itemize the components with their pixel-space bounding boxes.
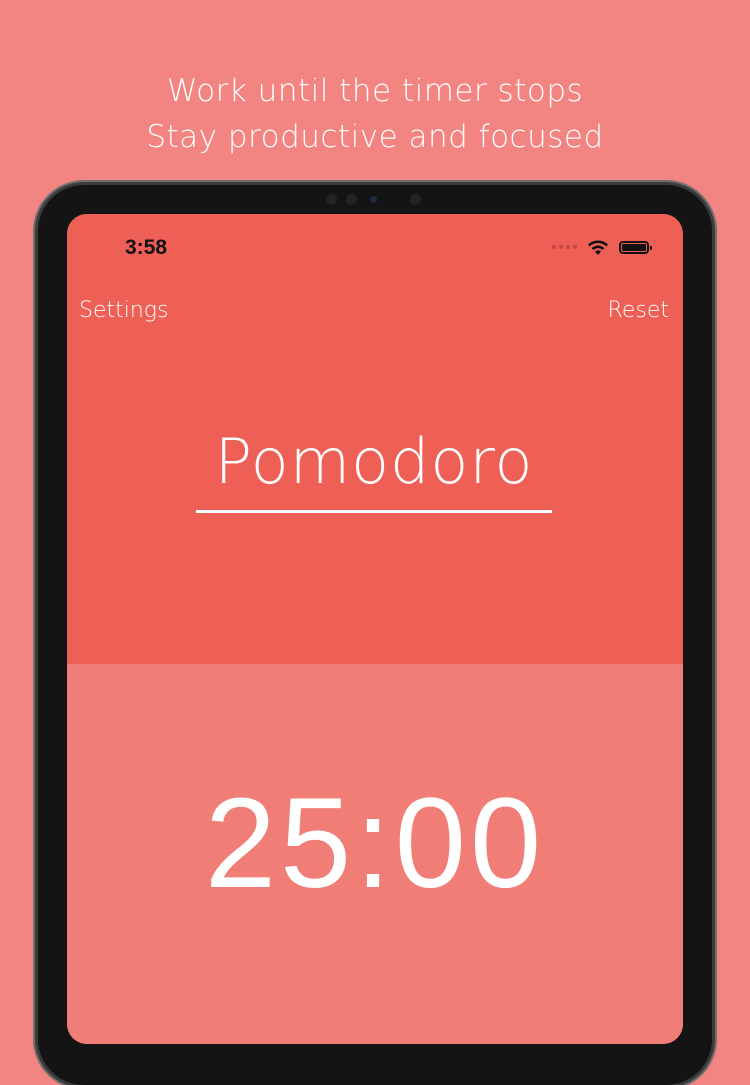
settings-button[interactable]: Settings xyxy=(79,298,168,323)
signal-dots-icon xyxy=(552,245,577,249)
status-bar-time: 3:58 xyxy=(125,236,168,259)
reset-button[interactable]: Reset xyxy=(608,298,669,323)
app-screen: 3:58 Settings Reset Pomodoro 25:00 xyxy=(67,214,683,1044)
promo-line-1: Work until the timer stops xyxy=(166,73,584,109)
sensor-icon xyxy=(410,194,421,205)
promo-line-2: Stay productive and focused xyxy=(146,119,604,155)
mode-selector[interactable]: Pomodoro xyxy=(196,424,552,513)
promo-caption: Work until the timer stops Stay producti… xyxy=(0,68,750,160)
front-camera-array xyxy=(326,191,426,207)
camera-lens-icon xyxy=(370,196,377,203)
status-bar-icons xyxy=(552,236,652,258)
battery-icon xyxy=(619,240,652,254)
sensor-icon xyxy=(326,194,337,205)
sensor-icon xyxy=(346,194,357,205)
mode-title[interactable]: Pomodoro xyxy=(196,424,552,500)
mode-underline xyxy=(196,510,552,513)
wifi-icon xyxy=(588,239,608,255)
timer-display[interactable]: 25:00 xyxy=(67,774,683,914)
